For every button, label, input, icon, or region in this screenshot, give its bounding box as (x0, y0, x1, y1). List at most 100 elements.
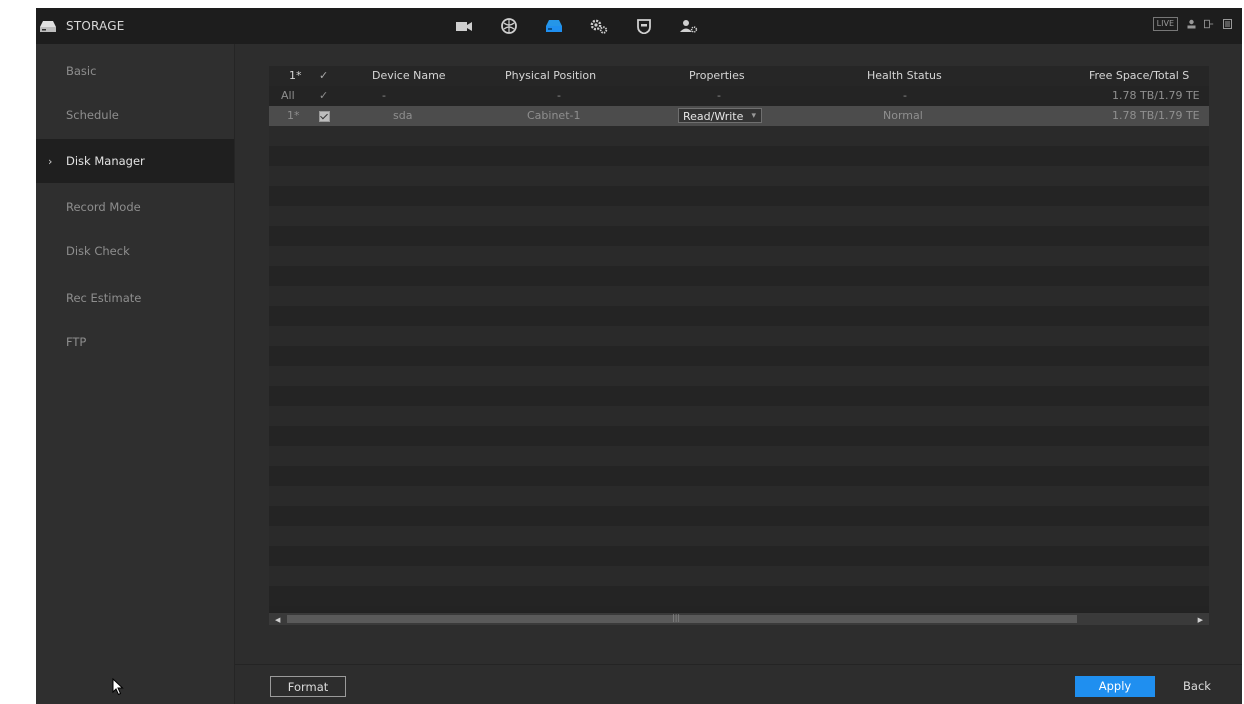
cell-health-status: Normal (883, 109, 923, 122)
col-free-space-header: Free Space/Total S (1089, 69, 1190, 82)
scrollbar-thumb[interactable]: ||| (287, 613, 1077, 623)
sidebar-item-label: Basic (66, 64, 97, 78)
network-icon (500, 18, 517, 34)
format-button[interactable]: Format (270, 676, 346, 697)
col-device-name-header: Device Name (372, 69, 446, 82)
main-panel: 1* ✓ Device Name Physical Position Prope… (235, 44, 1242, 704)
cell-device-name: - (382, 89, 386, 102)
sidebar: Basic Schedule › Disk Manager Record Mod… (36, 44, 235, 704)
empty-table-row (269, 446, 1209, 466)
sidebar-item-disk-manager[interactable]: › Disk Manager (36, 139, 234, 183)
chevron-down-icon: ▾ (751, 111, 756, 121)
nav-account[interactable] (666, 11, 711, 41)
col-index-header[interactable]: 1* (289, 66, 302, 86)
empty-table-row (269, 326, 1209, 346)
empty-table-row (269, 426, 1209, 446)
horizontal-scrollbar[interactable]: ◀ ||| ▶ (269, 612, 1209, 625)
empty-table-row (269, 546, 1209, 566)
empty-table-row (269, 166, 1209, 186)
apply-button[interactable]: Apply (1075, 676, 1155, 697)
nav-camera[interactable] (441, 11, 486, 41)
scroll-left-icon[interactable]: ◀ (275, 616, 280, 624)
empty-table-row (269, 246, 1209, 266)
section-title: STORAGE (66, 19, 125, 33)
sidebar-item-ftp[interactable]: FTP (36, 320, 234, 364)
empty-table-row (269, 146, 1209, 166)
top-bar: STORAGE LIVE (36, 8, 1242, 45)
sidebar-item-disk-check[interactable]: Disk Check (36, 229, 234, 273)
table-header: 1* ✓ Device Name Physical Position Prope… (269, 66, 1209, 86)
properties-value: Read/Write (683, 110, 744, 123)
empty-table-row (269, 206, 1209, 226)
cell-device-name: sda (393, 109, 413, 122)
col-properties-header: Properties (689, 69, 745, 82)
storage-icon (545, 20, 562, 32)
cell-physical-position: Cabinet-1 (527, 109, 581, 122)
footer-divider (235, 664, 1242, 665)
empty-table-row (269, 346, 1209, 366)
sidebar-item-label: Disk Check (66, 244, 130, 258)
cell-health-status: - (903, 89, 907, 102)
grip-icon: ||| (672, 613, 681, 622)
table-row-all[interactable]: All ✓ - - - - 1.78 TB/1.79 TE (269, 86, 1209, 106)
cell-free-space: 1.78 TB/1.79 TE (1112, 109, 1200, 122)
row-index: All (281, 89, 295, 102)
empty-table-row (269, 406, 1209, 426)
nav-network[interactable] (486, 11, 531, 41)
sidebar-item-schedule[interactable]: Schedule (36, 93, 234, 137)
sidebar-item-record-mode[interactable]: Record Mode (36, 185, 234, 229)
cell-physical-position: - (557, 89, 561, 102)
chevron-right-icon: › (48, 154, 53, 168)
top-right-tools: LIVE (1152, 17, 1232, 31)
account-icon (679, 20, 697, 33)
logout-icon[interactable] (1204, 19, 1214, 29)
empty-table-row (269, 126, 1209, 146)
sidebar-item-label: Schedule (66, 108, 119, 122)
main-nav (441, 11, 711, 41)
row-checkbox[interactable] (319, 111, 330, 122)
sidebar-item-label: Record Mode (66, 200, 141, 214)
row-index: 1* (287, 109, 300, 122)
back-button[interactable]: Back (1161, 676, 1233, 697)
col-health-status-header: Health Status (867, 69, 942, 82)
empty-table-row (269, 286, 1209, 306)
security-shield-icon (636, 18, 651, 34)
select-all-checkbox[interactable]: ✓ (319, 86, 328, 106)
user-icon[interactable] (1186, 19, 1196, 29)
empty-table-row (269, 506, 1209, 526)
empty-table-row (269, 566, 1209, 586)
empty-table-row (269, 266, 1209, 286)
system-settings-icon (590, 19, 607, 34)
cell-free-space: 1.78 TB/1.79 TE (1112, 89, 1200, 102)
sidebar-item-rec-estimate[interactable]: Rec Estimate (36, 276, 234, 320)
properties-dropdown[interactable]: Read/Write ▾ (678, 108, 762, 123)
table-row[interactable]: 1* sda Cabinet-1 Read/Write ▾ Normal 1.7… (269, 106, 1209, 126)
nav-storage[interactable] (531, 11, 576, 41)
storage-section-icon (40, 20, 56, 32)
col-check-header[interactable]: ✓ (319, 66, 328, 86)
empty-table-row (269, 366, 1209, 386)
nav-security[interactable] (621, 11, 666, 41)
empty-table-row (269, 486, 1209, 506)
disk-table: 1* ✓ Device Name Physical Position Prope… (269, 66, 1209, 612)
empty-table-row (269, 586, 1209, 606)
col-physical-position-header: Physical Position (505, 69, 597, 82)
scroll-right-icon[interactable]: ▶ (1198, 616, 1203, 624)
empty-table-row (269, 386, 1209, 406)
camera-icon (455, 21, 472, 31)
sidebar-item-label: FTP (66, 335, 87, 349)
empty-table-row (269, 226, 1209, 246)
nav-system[interactable] (576, 11, 621, 41)
sidebar-item-label: Disk Manager (66, 154, 145, 168)
fullscreen-icon[interactable] (1222, 19, 1232, 29)
empty-table-row (269, 466, 1209, 486)
live-button[interactable]: LIVE (1152, 17, 1178, 31)
sidebar-item-label: Rec Estimate (66, 291, 142, 305)
cell-properties: - (717, 89, 721, 102)
sidebar-item-basic[interactable]: Basic (36, 49, 234, 93)
mouse-cursor-icon (112, 678, 124, 696)
empty-table-row (269, 306, 1209, 326)
empty-table-row (269, 186, 1209, 206)
empty-table-row (269, 526, 1209, 546)
app-window: STORAGE LIVE Basic Schedule › Disk Manag… (36, 8, 1242, 704)
